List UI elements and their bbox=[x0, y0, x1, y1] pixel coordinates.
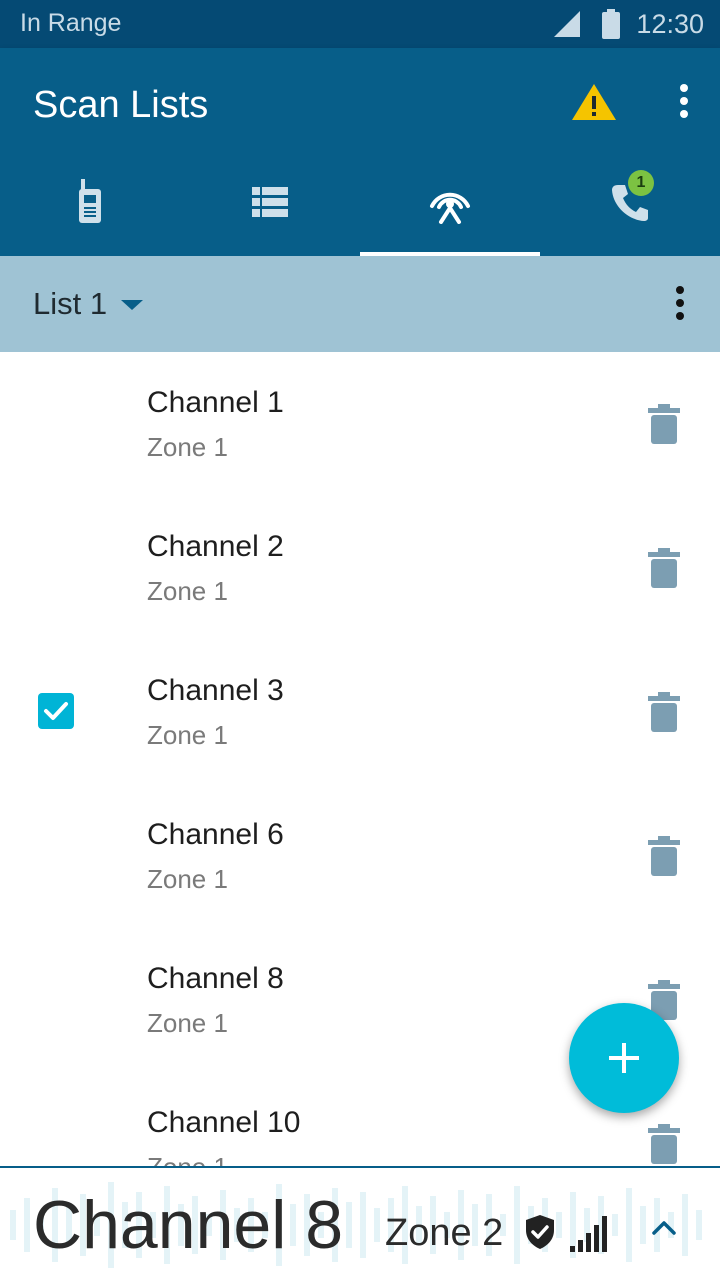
list-item[interactable]: Channel 1 Zone 1 bbox=[0, 352, 720, 496]
list-item[interactable]: Channel 6 Zone 1 bbox=[0, 784, 720, 928]
tab-radio[interactable] bbox=[0, 148, 180, 256]
trash-icon[interactable] bbox=[648, 692, 680, 732]
list-icon bbox=[252, 187, 288, 217]
tab-calls[interactable] bbox=[540, 148, 720, 256]
current-channel-name: Channel 8 bbox=[33, 1187, 344, 1263]
channel-name: Channel 1 bbox=[147, 386, 284, 419]
zone-name: Zone 1 bbox=[147, 576, 228, 606]
zone-name: Zone 1 bbox=[147, 720, 228, 750]
channel-name: Channel 2 bbox=[147, 530, 284, 563]
zone-name: Zone 1 bbox=[147, 432, 228, 462]
zone-name: Zone 1 bbox=[147, 1152, 228, 1166]
checkmark-icon bbox=[44, 702, 68, 720]
list-label: List 1 bbox=[33, 286, 108, 321]
list-selector-bar: List 1 bbox=[0, 256, 720, 352]
current-zone-name: Zone 2 bbox=[385, 1212, 504, 1254]
channel-name: Channel 3 bbox=[147, 674, 284, 707]
app-bar: Scan Lists 1 bbox=[0, 48, 720, 256]
page-title: Scan Lists bbox=[33, 84, 209, 126]
chevron-up-icon[interactable] bbox=[648, 1212, 680, 1244]
zone-name: Zone 1 bbox=[147, 864, 228, 894]
channel-name: Channel 6 bbox=[147, 818, 284, 851]
radio-device-icon bbox=[79, 179, 101, 223]
tab-bar bbox=[0, 148, 720, 256]
tab-list[interactable] bbox=[180, 148, 360, 256]
zone-name: Zone 1 bbox=[147, 1008, 228, 1038]
signal-icon bbox=[554, 11, 581, 37]
warning-icon[interactable] bbox=[570, 82, 618, 122]
checkbox[interactable] bbox=[38, 693, 74, 729]
battery-icon bbox=[602, 9, 621, 39]
status-bar: In Range 12:30 bbox=[0, 0, 720, 48]
tab-scan[interactable] bbox=[360, 148, 540, 256]
more-vert-icon[interactable] bbox=[664, 82, 704, 122]
list-item[interactable]: Channel 3 Zone 1 bbox=[0, 640, 720, 784]
list-item[interactable]: Channel 2 Zone 1 bbox=[0, 496, 720, 640]
list-dropdown[interactable]: List 1 bbox=[33, 286, 144, 322]
scan-antenna-icon bbox=[430, 192, 470, 224]
trash-icon[interactable] bbox=[648, 404, 680, 444]
status-time: 12:30 bbox=[636, 8, 704, 39]
signal-bars-icon bbox=[570, 1216, 607, 1252]
add-icon bbox=[609, 1043, 639, 1073]
missed-call-badge: 1 bbox=[628, 170, 654, 196]
dropdown-arrow-icon bbox=[121, 300, 144, 310]
add-channel-button[interactable] bbox=[569, 1003, 679, 1113]
channel-name: Channel 8 bbox=[147, 962, 284, 995]
shield-check-icon bbox=[526, 1215, 554, 1249]
status-icons: 12:30 bbox=[552, 6, 704, 42]
trash-icon[interactable] bbox=[648, 836, 680, 876]
trash-icon[interactable] bbox=[648, 1124, 680, 1164]
more-vert-icon[interactable] bbox=[660, 284, 700, 324]
current-channel-bar[interactable]: Channel 8 Zone 2 bbox=[0, 1166, 720, 1280]
trash-icon[interactable] bbox=[648, 548, 680, 588]
status-text: In Range bbox=[20, 9, 122, 37]
channel-name: Channel 10 bbox=[147, 1106, 301, 1139]
